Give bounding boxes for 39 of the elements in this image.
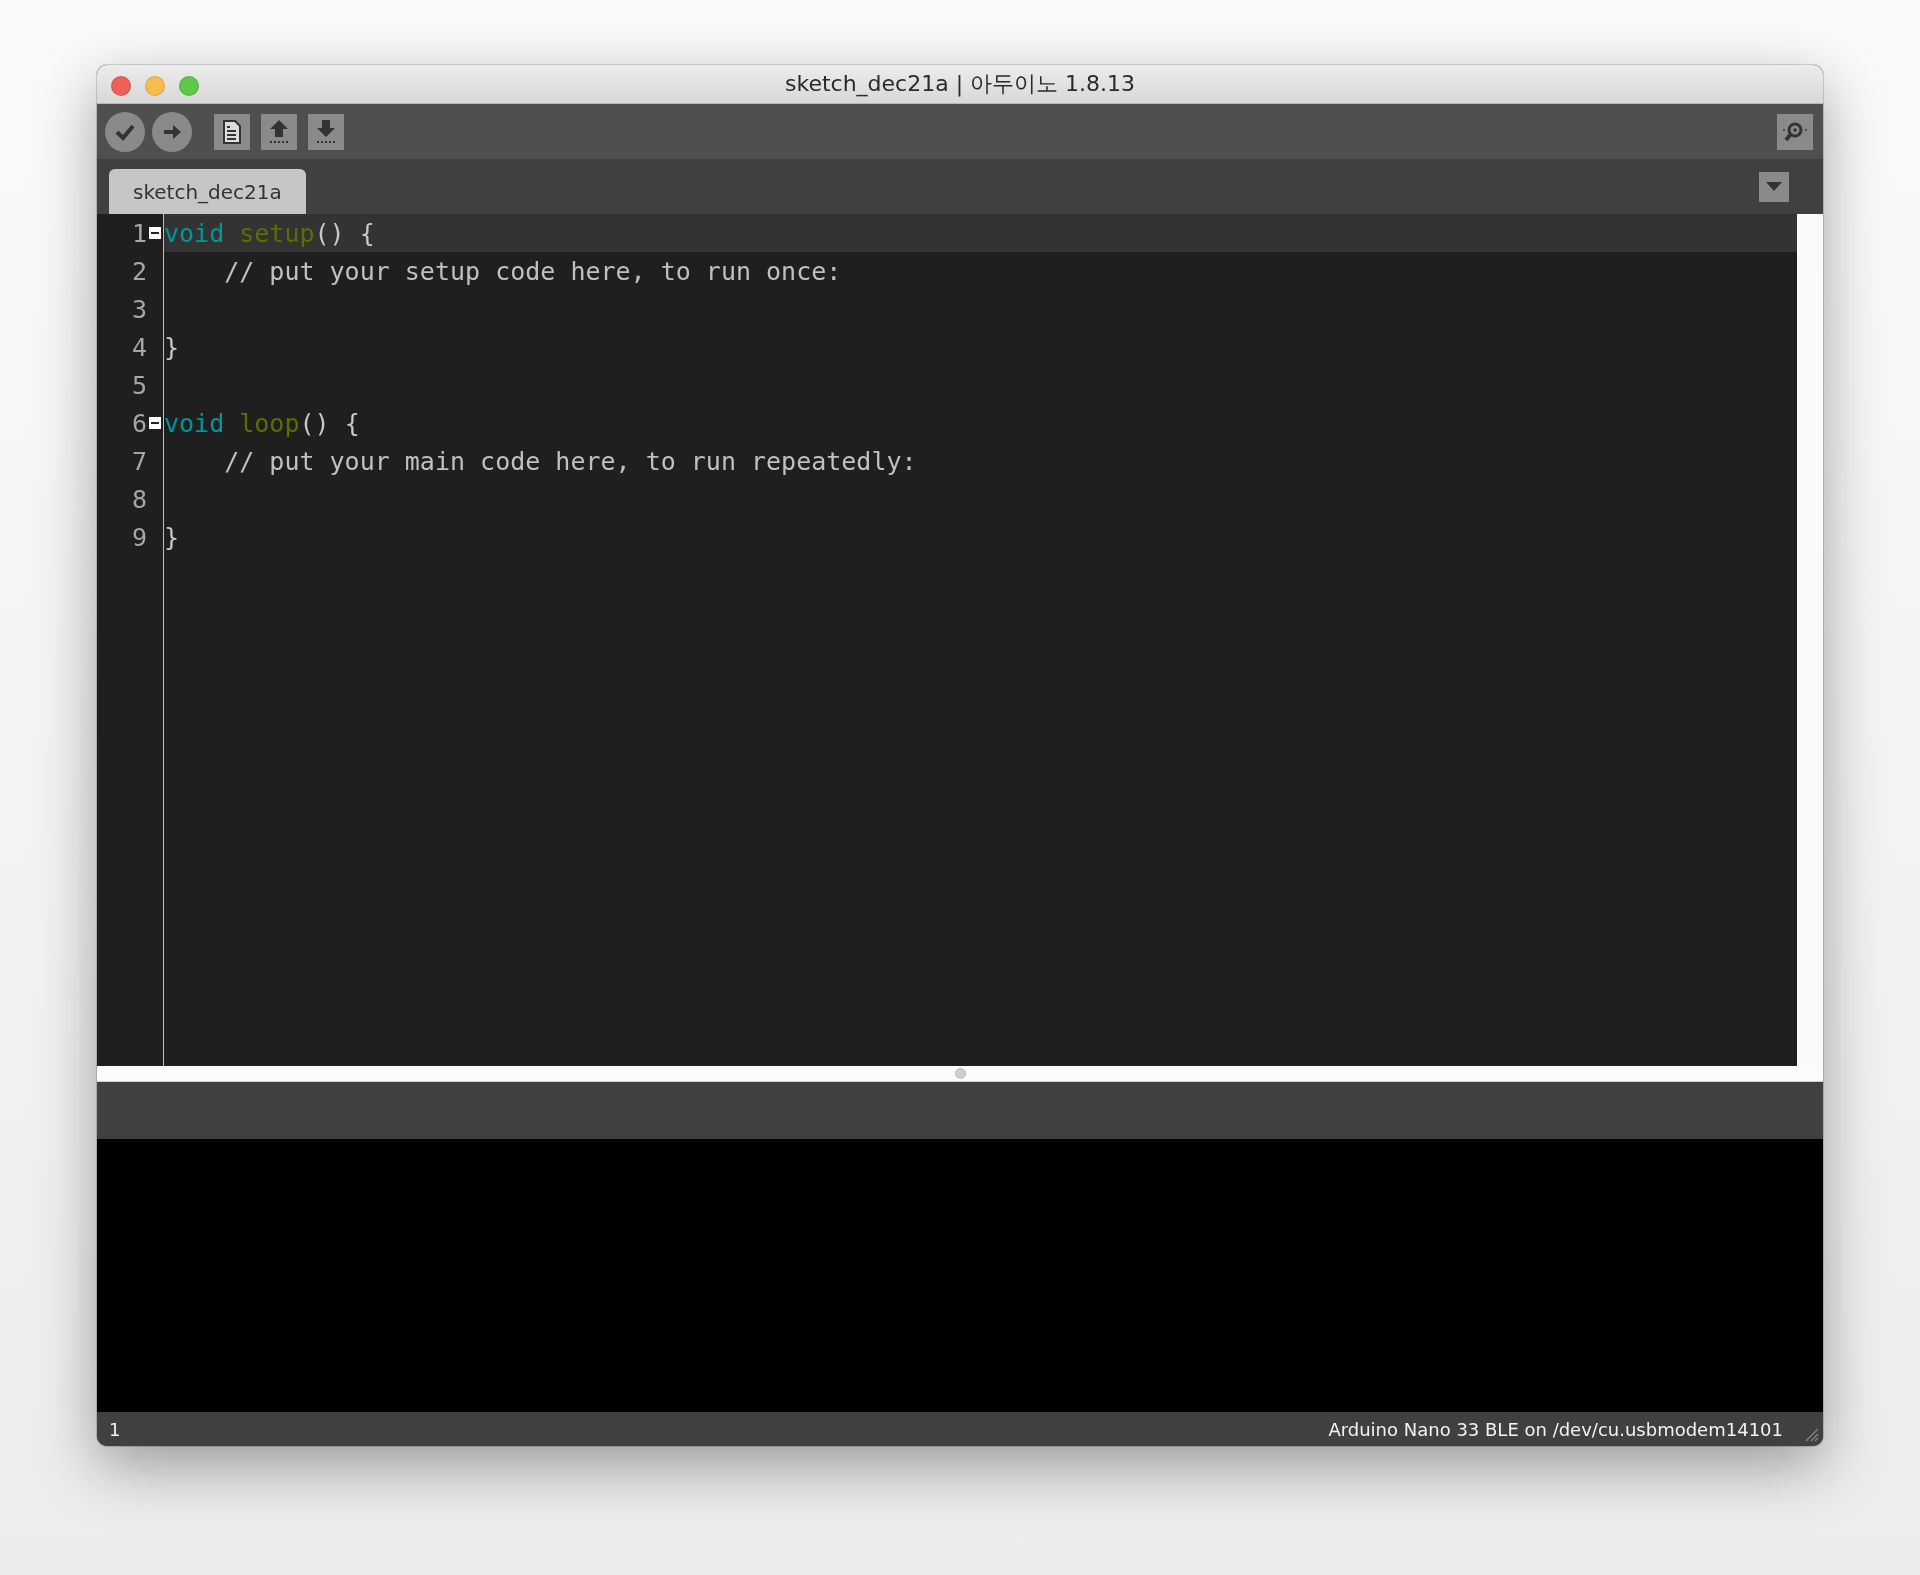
code-line: void setup() {	[164, 218, 375, 248]
zoom-button[interactable]	[179, 76, 199, 96]
code-line: // put your setup code here, to run once:	[224, 256, 842, 286]
up-arrow-icon	[268, 118, 290, 145]
open-button[interactable]	[261, 113, 297, 150]
code-line: void loop() {	[164, 408, 360, 438]
fold-icon[interactable]	[149, 227, 161, 239]
line-number: 2	[131, 256, 147, 286]
line-number: 8	[131, 484, 147, 514]
window-title: sketch_dec21a | 아두이노 1.8.13	[784, 70, 1136, 99]
document-icon	[222, 119, 242, 144]
upload-button[interactable]	[152, 111, 192, 152]
line-indicator: 1	[109, 1418, 121, 1440]
save-button[interactable]	[308, 113, 344, 150]
verify-button[interactable]	[105, 111, 145, 152]
line-number: 3	[131, 294, 147, 324]
board-port-label: Arduino Nano 33 BLE on /dev/cu.usbmodem14101	[1328, 1418, 1783, 1440]
line-number: 1	[131, 218, 147, 248]
code-line: }	[164, 332, 180, 362]
code-editor[interactable]: 1 2 3 4 5 6 7 8 9 void setup() { // put your setup code here, to run once: } void loop() { // put your main code here, to run repeatedly: }	[97, 214, 1823, 1066]
line-number: 7	[131, 446, 147, 476]
fold-icon[interactable]	[149, 417, 161, 429]
line-number: 4	[131, 332, 147, 362]
code-line: }	[164, 522, 180, 552]
down-arrow-icon	[315, 118, 337, 145]
code-line: // put your main code here, to run repeatedly:	[224, 446, 917, 476]
divider-handle[interactable]	[954, 1068, 966, 1079]
serial-monitor-button[interactable]	[1777, 113, 1813, 150]
line-number: 5	[131, 370, 147, 400]
right-arrow-icon	[162, 122, 182, 141]
line-number: 9	[131, 522, 147, 552]
tab-menu-button[interactable]	[1759, 171, 1789, 202]
line-number: 6	[131, 408, 147, 438]
new-button[interactable]	[214, 113, 250, 150]
sketch-tab[interactable]: sketch_dec21a	[109, 169, 306, 214]
close-button[interactable]	[111, 76, 131, 96]
resize-grip-icon[interactable]	[1803, 1426, 1819, 1442]
caret-icon	[1766, 182, 1782, 191]
checkmark-icon	[115, 122, 135, 141]
